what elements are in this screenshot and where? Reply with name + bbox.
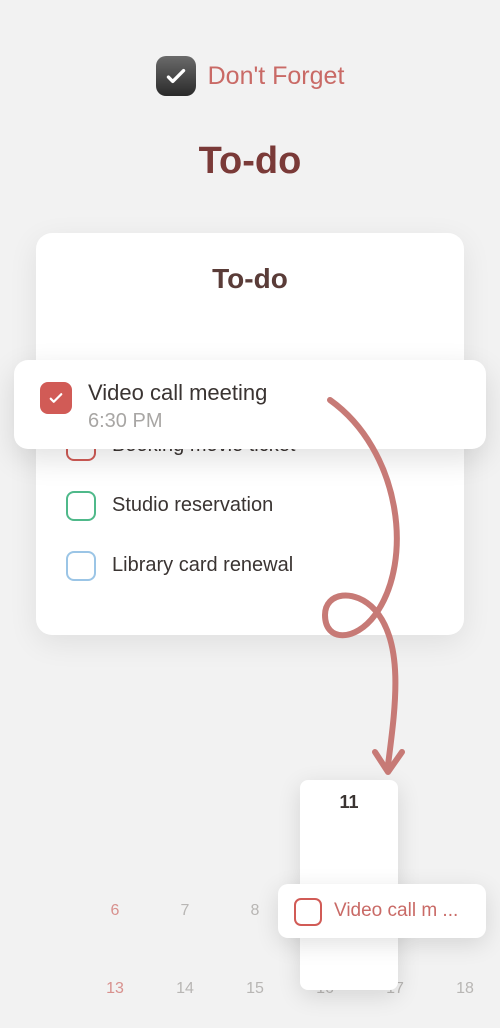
todo-item[interactable]: Studio reservation xyxy=(66,475,434,535)
calendar-day[interactable]: 14 xyxy=(150,980,220,998)
todo-item-label: Studio reservation xyxy=(112,494,273,517)
todo-item-label: Library card renewal xyxy=(112,554,293,577)
checkbox-icon[interactable] xyxy=(66,491,96,521)
app-header: Don't Forget xyxy=(0,0,500,96)
calendar-day[interactable]: 7 xyxy=(150,902,220,920)
checkbox-checked-icon[interactable] xyxy=(40,382,72,414)
card-title: To-do xyxy=(66,263,434,295)
checkbox-icon[interactable] xyxy=(66,551,96,581)
app-icon xyxy=(156,56,196,96)
page-title: To-do xyxy=(0,140,500,183)
app-name: Don't Forget xyxy=(208,62,345,91)
todo-item-content: Video call meeting 6:30 PM xyxy=(88,380,460,433)
todo-item[interactable]: Library card renewal xyxy=(66,535,434,595)
highlighted-todo-item[interactable]: Video call meeting 6:30 PM xyxy=(14,360,486,449)
calendar-row: 13 14 15 16 17 18 xyxy=(80,950,500,1028)
todo-item-label: Video call meeting xyxy=(88,380,460,406)
calendar-event-label: Video call m ... xyxy=(334,900,458,922)
calendar-day[interactable]: 18 xyxy=(430,980,500,998)
calendar-day[interactable]: 13 xyxy=(80,980,150,998)
checkbox-icon[interactable] xyxy=(294,898,322,926)
calendar-popup-day: 11 xyxy=(300,792,398,813)
calendar-day[interactable]: 15 xyxy=(220,980,290,998)
todo-item-time: 6:30 PM xyxy=(88,410,460,433)
calendar-day[interactable]: 6 xyxy=(80,902,150,920)
calendar-event[interactable]: Video call m ... xyxy=(278,884,486,938)
